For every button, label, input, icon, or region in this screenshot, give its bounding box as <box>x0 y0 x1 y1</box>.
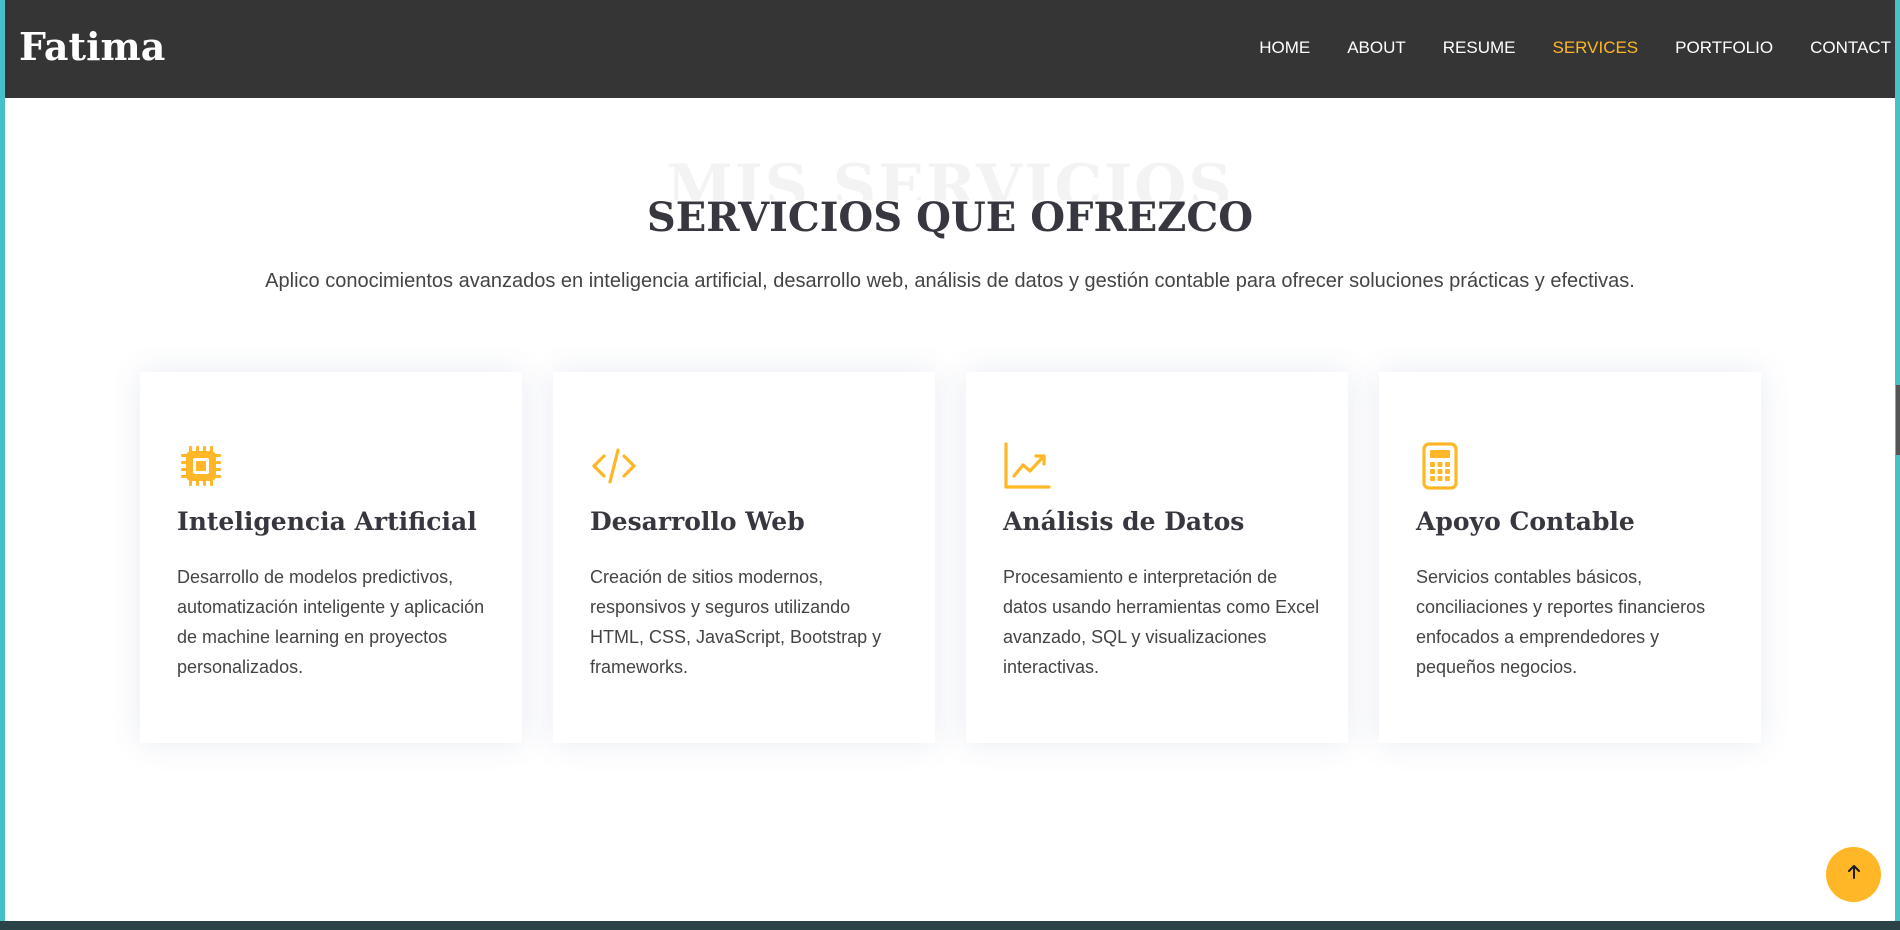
code-icon <box>590 442 638 490</box>
nav-item-contact[interactable]: CONTACT <box>1810 36 1891 60</box>
arrow-up-icon <box>1844 862 1864 887</box>
service-title[interactable]: Inteligencia Artificial <box>177 506 477 538</box>
nav-item-resume[interactable]: RESUME <box>1443 36 1516 60</box>
nav-item-portfolio[interactable]: PORTFOLIO <box>1675 36 1773 60</box>
chart-line-icon <box>1003 442 1051 490</box>
service-title[interactable]: Análisis de Datos <box>1003 506 1244 538</box>
page: Fatima HOME ABOUT RESUME SERVICES PORTFO… <box>5 0 1895 921</box>
service-description: Procesamiento e interpretación de datos … <box>1003 567 1320 677</box>
site-header: Fatima HOME ABOUT RESUME SERVICES PORTFO… <box>5 0 1895 98</box>
nav-item-home[interactable]: HOME <box>1259 36 1310 60</box>
scrollbar-thumb[interactable] <box>1896 385 1900 455</box>
service-title[interactable]: Apoyo Contable <box>1416 506 1635 538</box>
service-description: Desarrollo de modelos predictivos, autom… <box>177 567 485 677</box>
section-subtitle: Aplico conocimientos avanzados en inteli… <box>265 270 1635 292</box>
main-nav: HOME ABOUT RESUME SERVICES PORTFOLIO CON… <box>1222 36 1891 60</box>
service-description: Creación de sitios modernos, responsivos… <box>590 567 882 677</box>
nav-item-about[interactable]: ABOUT <box>1347 36 1406 60</box>
window-bottom-edge <box>0 921 1900 930</box>
service-title[interactable]: Desarrollo Web <box>590 506 805 538</box>
nav-item-services[interactable]: SERVICES <box>1552 36 1638 60</box>
service-card-ai: Inteligencia Artificial Desarrollo de mo… <box>140 372 522 743</box>
back-to-top-button[interactable] <box>1826 847 1881 902</box>
service-card-data: Análisis de Datos Procesamiento e interp… <box>966 372 1348 743</box>
site-logo[interactable]: Fatima <box>19 22 165 72</box>
section-title: SERVICIOS QUE OFREZCO <box>646 194 1254 241</box>
cpu-chip-icon <box>177 442 225 490</box>
service-card-accounting: Apoyo Contable Servicios contables básic… <box>1379 372 1761 743</box>
service-card-web: Desarrollo Web Creación de sitios modern… <box>553 372 935 743</box>
calculator-icon <box>1416 442 1464 490</box>
service-description: Servicios contables básicos, conciliacio… <box>1416 567 1706 677</box>
